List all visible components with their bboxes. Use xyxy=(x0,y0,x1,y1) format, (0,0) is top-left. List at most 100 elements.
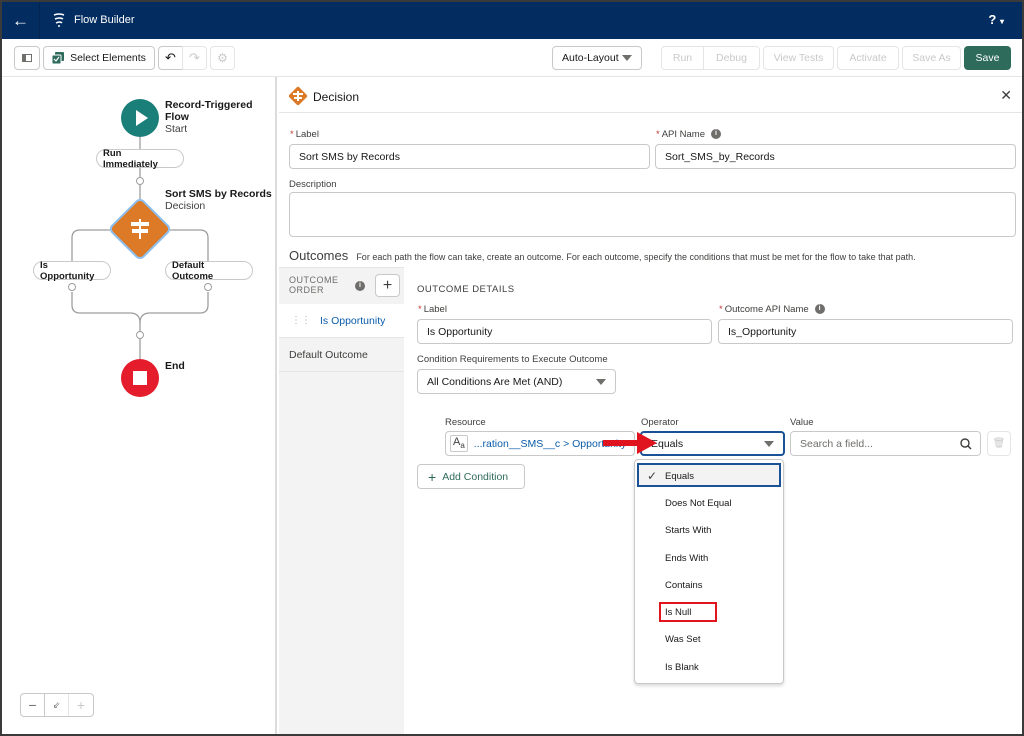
flow-canvas[interactable]: Record-Triggered Flow Start Run Immediat… xyxy=(2,77,277,734)
start-node-title: Record-Triggered Flow xyxy=(165,99,253,123)
operator-option-equals[interactable]: ✓ Equals xyxy=(635,464,783,488)
label-input[interactable]: Sort SMS by Records xyxy=(289,144,650,169)
start-node[interactable] xyxy=(121,99,159,137)
stop-icon xyxy=(133,371,147,385)
add-condition-button[interactable]: + Add Condition xyxy=(417,464,525,489)
decision-node-title: Sort SMS by Records xyxy=(165,188,272,200)
layout-select-value: Auto-Layout xyxy=(562,52,619,64)
decision-icon xyxy=(288,86,308,106)
end-node-title: End xyxy=(165,360,185,372)
redo-button[interactable]: ↷ xyxy=(182,46,207,70)
panel-header: Decision ✕ xyxy=(279,77,1022,113)
view-tests-button[interactable]: View Tests xyxy=(763,46,834,70)
back-button[interactable]: ← xyxy=(2,2,40,39)
collapse-arrows-icon: ⇙ xyxy=(52,699,61,710)
fit-view-button[interactable]: ⇙ xyxy=(45,694,69,716)
outcome-item-is-opportunity[interactable]: ⋮⋮ Is Opportunity xyxy=(279,304,404,338)
info-icon[interactable]: i xyxy=(355,281,365,291)
operator-option-contains[interactable]: Contains xyxy=(635,573,783,597)
outcome-order-header: OUTCOME ORDER xyxy=(289,275,339,295)
flow-icon xyxy=(53,13,65,27)
outcome-details-header: OUTCOME DETAILS xyxy=(417,284,515,295)
zoom-in-button[interactable]: + xyxy=(69,694,93,716)
plus-icon: + xyxy=(382,276,393,294)
zoom-out-button[interactable]: − xyxy=(21,694,45,716)
operator-select[interactable]: Equals xyxy=(640,431,785,456)
top-bar: ← Flow Builder ? ▾ xyxy=(2,2,1022,39)
trash-icon: 🗑 xyxy=(992,438,1006,449)
app-title: Flow Builder xyxy=(74,14,135,26)
save-button[interactable]: Save xyxy=(964,46,1011,70)
api-name-input[interactable]: Sort_SMS_by_Records xyxy=(655,144,1016,169)
outcome-api-name-input[interactable]: Is_Opportunity xyxy=(718,319,1013,344)
close-icon: ✕ xyxy=(1000,87,1012,103)
add-outcome-button[interactable]: + xyxy=(375,274,400,297)
outcome-label-input[interactable]: Is Opportunity xyxy=(417,319,712,344)
operator-label: Operator xyxy=(641,417,679,428)
select-elements-label: Select Elements xyxy=(70,52,146,64)
panel-icon xyxy=(22,54,32,62)
branch-is-opportunity[interactable]: Is Opportunity xyxy=(33,260,111,282)
operator-dropdown-menu: ✓ Equals Does Not Equal Starts With Ends … xyxy=(634,459,784,684)
run-immediately-pill[interactable]: Run Immediately xyxy=(96,148,184,170)
signpost-icon xyxy=(131,219,149,239)
end-node[interactable] xyxy=(121,359,159,397)
chevron-down-icon: ▾ xyxy=(999,17,1004,26)
close-button[interactable]: ✕ xyxy=(1000,87,1012,104)
flow-connectors xyxy=(68,132,212,359)
operator-option-ends-with[interactable]: Ends With xyxy=(635,546,783,570)
annotation-arrow xyxy=(603,432,657,454)
condition-requirements-label: Condition Requirements to Execute Outcom… xyxy=(417,354,608,365)
search-icon xyxy=(960,438,972,450)
outcomes-help-text: For each path the flow can take, create … xyxy=(356,252,916,262)
label-field-label: Label xyxy=(295,129,319,140)
arrow-left-icon: ← xyxy=(12,10,29,30)
check-icon: ✓ xyxy=(647,469,658,483)
caret-down-icon xyxy=(622,55,632,61)
operator-option-was-set[interactable]: Was Set xyxy=(635,627,783,651)
decision-node-subtitle: Decision xyxy=(165,200,206,212)
settings-button[interactable]: ⚙ xyxy=(210,46,235,70)
operator-option-is-blank[interactable]: Is Blank xyxy=(635,655,783,679)
activate-button[interactable]: Activate xyxy=(837,46,899,70)
caret-down-icon xyxy=(764,441,774,447)
save-as-button[interactable]: Save As xyxy=(902,46,961,70)
delete-condition-button[interactable]: 🗑 xyxy=(987,431,1011,456)
select-elements-button[interactable]: Select Elements xyxy=(43,46,155,70)
info-icon[interactable]: i xyxy=(711,129,721,140)
debug-button[interactable]: Debug xyxy=(703,46,760,70)
outcomes-title: Outcomes xyxy=(289,248,349,263)
decision-panel: Decision ✕ * Label Sort SMS by Records * A… xyxy=(279,77,1022,734)
api-name-label: API Name xyxy=(661,129,705,140)
operator-option-starts-with[interactable]: Starts With xyxy=(635,518,783,542)
play-icon xyxy=(136,110,148,126)
outcome-label-label: Label xyxy=(423,304,447,315)
run-button[interactable]: Run xyxy=(661,46,704,70)
outcome-api-name-label: Outcome API Name xyxy=(724,304,809,315)
drag-handle-icon[interactable]: ⋮⋮ xyxy=(291,315,311,326)
info-icon[interactable]: i xyxy=(814,304,825,315)
outcome-item-default-outcome[interactable]: Default Outcome xyxy=(279,338,404,372)
zoom-controls: − ⇙ + xyxy=(20,693,94,717)
undo-button[interactable]: ↶ xyxy=(158,46,183,70)
undo-icon: ↶ xyxy=(165,50,176,65)
value-label: Value xyxy=(790,417,814,428)
text-type-icon: Aa xyxy=(450,435,468,452)
toggle-panel-button[interactable] xyxy=(14,46,40,70)
branch-default-outcome[interactable]: Default Outcome xyxy=(165,260,253,282)
annotation-highlight-box xyxy=(659,602,717,622)
toolbar: Select Elements ↶ ↷ ⚙ Auto-Layout Run De… xyxy=(2,39,1022,77)
layout-select[interactable]: Auto-Layout xyxy=(552,46,642,70)
resource-label: Resource xyxy=(445,417,486,428)
operator-option-does-not-equal[interactable]: Does Not Equal xyxy=(635,491,783,515)
outcome-order-list: OUTCOME ORDER i + ⋮⋮ Is Opportunity Defau… xyxy=(279,267,404,734)
gear-icon: ⚙ xyxy=(217,51,228,65)
description-textarea[interactable] xyxy=(289,192,1016,237)
start-node-subtitle: Start xyxy=(165,123,188,135)
help-menu-button[interactable]: ? ▾ xyxy=(988,12,1004,27)
redo-icon: ↷ xyxy=(189,50,200,65)
description-label: Description xyxy=(289,179,337,190)
condition-requirements-select[interactable]: All Conditions Are Met (AND) xyxy=(417,369,616,394)
value-search-input[interactable]: Search a field... xyxy=(790,431,981,456)
decision-node[interactable] xyxy=(110,199,170,259)
